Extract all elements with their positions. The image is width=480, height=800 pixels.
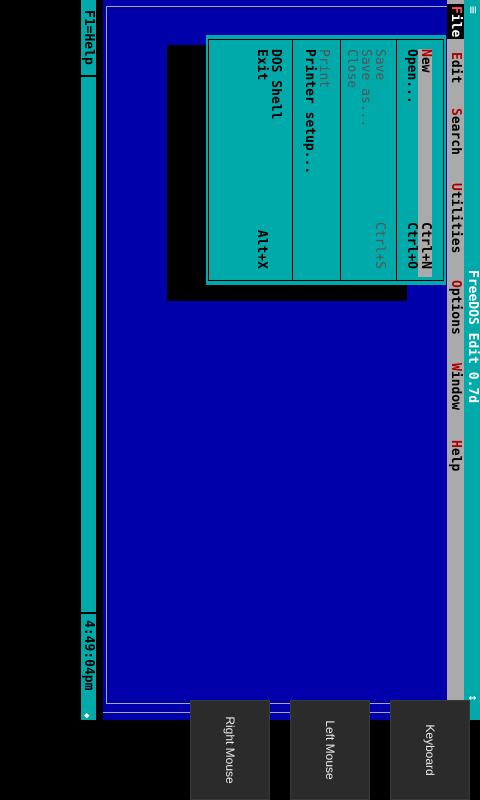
menu-edit-label: dit — [448, 59, 463, 84]
menu-item-save[interactable]: Save Ctrl+S — [372, 49, 387, 277]
menu-item-close-label: Close — [344, 49, 359, 89]
menu-item-print[interactable]: Print — [316, 49, 331, 277]
system-menu-icon[interactable]: ≡ — [464, 6, 480, 14]
menu-options[interactable]: Options — [447, 280, 464, 335]
status-divider — [81, 75, 96, 77]
menu-help-label: elp — [448, 447, 463, 472]
menu-item-open[interactable]: Open... Ctrl+O — [404, 49, 419, 277]
menu-item-new[interactable]: New Ctrl+N — [418, 49, 433, 277]
menu-item-new-label: ew — [418, 56, 433, 73]
menu-item-dos-shell[interactable]: DOS Shell — [268, 49, 283, 277]
status-divider — [81, 612, 96, 614]
menu-item-dos-shell-label: DOS Shell — [268, 49, 283, 120]
title-bar: ≡ FreeDOS Edit 0.7d ↕ — [464, 0, 480, 720]
menu-separator — [396, 40, 397, 280]
menu-item-close[interactable]: Close — [344, 49, 359, 277]
help-hint[interactable]: F1=Help — [81, 10, 96, 65]
status-bar: F1=Help 4:49:04pm — [81, 0, 96, 720]
menu-search[interactable]: Search — [447, 108, 464, 155]
menu-options-label: ptions — [448, 287, 463, 335]
menu-separator — [292, 40, 293, 280]
menu-file[interactable]: File — [447, 4, 464, 40]
window-title: FreeDOS Edit 0.7d — [465, 270, 480, 404]
menu-item-exit-accel: Alt+X — [254, 229, 269, 269]
menu-edit-hotkey: E — [448, 52, 463, 60]
dos-screen: ≡ FreeDOS Edit 0.7d ↕ File Edit Search U… — [80, 0, 480, 720]
file-menu-dropdown: New Ctrl+N Open... Ctrl+O Save Ctrl+S Save … — [206, 35, 446, 285]
menu-item-new-hotkey: N — [418, 49, 433, 57]
clock: 4:49:04pm — [81, 620, 96, 691]
right-mouse-label: Right Mouse — [223, 716, 237, 784]
keyboard-label: Keyboard — [423, 724, 437, 776]
menu-item-save-accel: Ctrl+S — [372, 222, 387, 269]
menu-item-printer-setup-label: Printer setup... — [302, 49, 317, 175]
right-mouse-button[interactable]: Right Mouse — [190, 700, 270, 800]
menu-item-save-label: Save — [372, 49, 387, 81]
left-mouse-button[interactable]: Left Mouse — [290, 700, 370, 800]
menu-help-hotkey: H — [448, 440, 463, 448]
menu-help[interactable]: Help — [447, 440, 464, 471]
menu-options-hotkey: O — [448, 280, 463, 288]
menu-item-printer-setup[interactable]: Printer setup... — [302, 49, 317, 277]
menu-item-exit-label: Exit — [254, 49, 269, 81]
menu-file-hotkey: F — [448, 6, 463, 14]
menu-search-label: earch — [448, 115, 463, 155]
menu-bar: File Edit Search Utilities Options Windo… — [447, 0, 464, 710]
menu-item-save-as[interactable]: Save as... — [358, 49, 373, 277]
menu-window[interactable]: Window — [447, 363, 464, 410]
left-mouse-label: Left Mouse — [323, 720, 337, 780]
menu-window-label: indow — [448, 370, 463, 410]
menu-item-print-label: Print — [316, 49, 331, 89]
menu-utilities-label: tilities — [448, 190, 463, 254]
menu-item-open-label: Open... — [404, 49, 419, 104]
menu-utilities[interactable]: Utilities — [447, 183, 464, 253]
dropdown-frame: New Ctrl+N Open... Ctrl+O Save Ctrl+S Save … — [208, 39, 444, 281]
menu-file-label: ile — [448, 13, 463, 38]
menu-item-open-accel: Ctrl+O — [404, 222, 419, 269]
keyboard-button[interactable]: Keyboard — [390, 700, 470, 800]
menu-item-save-as-label: Save as... — [358, 49, 373, 128]
menu-edit[interactable]: Edit — [447, 52, 464, 83]
menu-search-hotkey: S — [448, 108, 463, 116]
menu-window-hotkey: W — [448, 363, 463, 371]
menu-item-exit[interactable]: Exit Alt+X — [254, 49, 269, 277]
corner-diamond-icon: ◆ — [84, 711, 90, 721]
menu-separator — [340, 40, 341, 280]
menu-utilities-hotkey: U — [448, 183, 463, 191]
menu-item-new-accel: Ctrl+N — [418, 222, 433, 269]
